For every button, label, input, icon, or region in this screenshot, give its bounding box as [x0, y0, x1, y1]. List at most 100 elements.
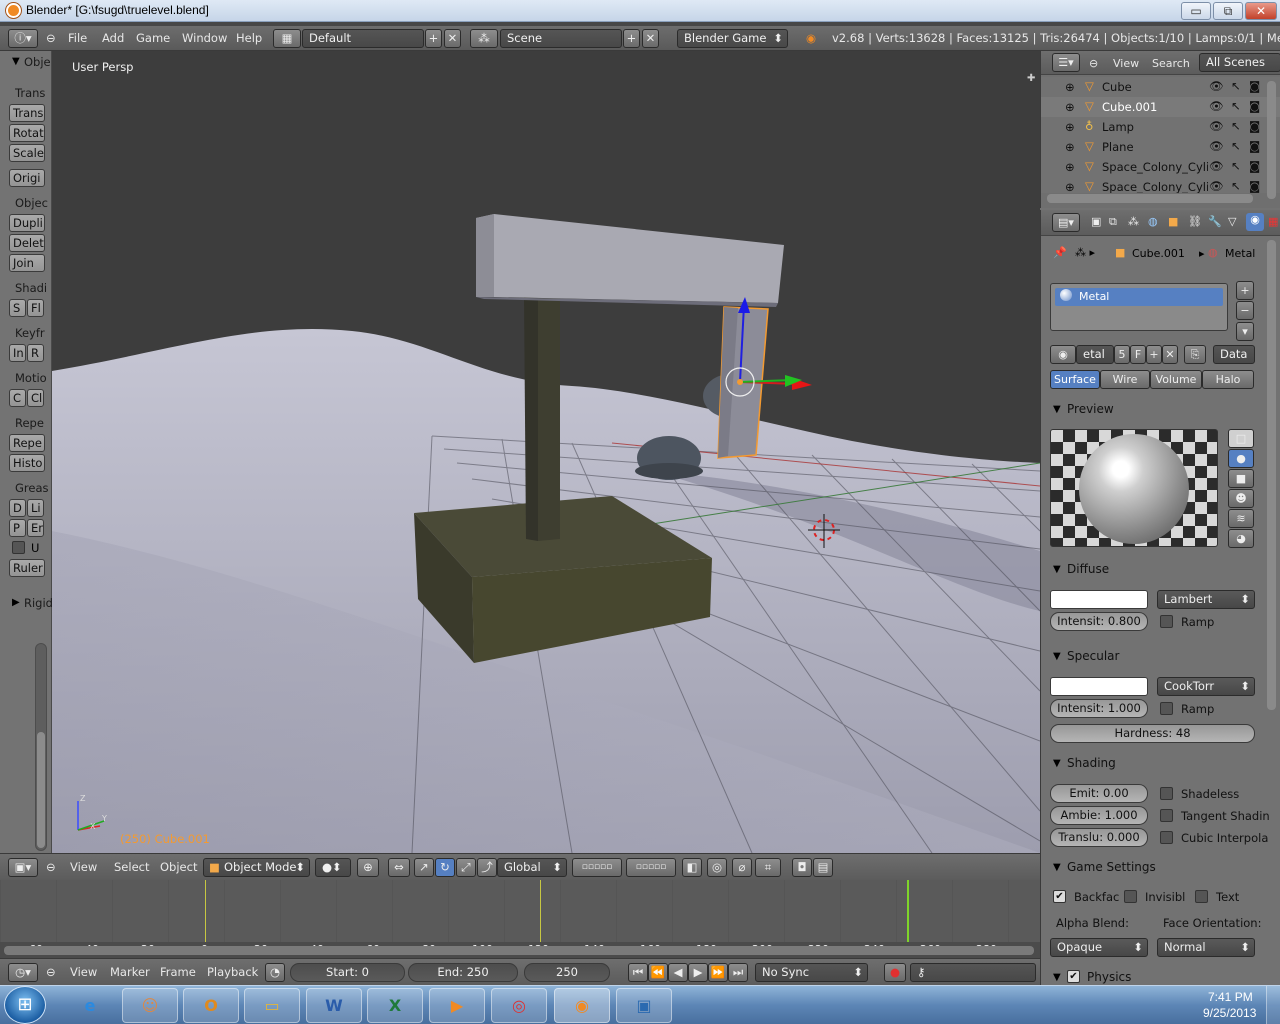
selectability-cursor-icon[interactable]: ↖: [1231, 99, 1241, 113]
panel-collapse-icon[interactable]: ▼: [1053, 758, 1061, 769]
outliner-display-select[interactable]: All Scenes: [1199, 53, 1280, 72]
face-orientation-select[interactable]: Normal ⬍: [1157, 938, 1255, 957]
expand-icon[interactable]: ⊕: [1065, 140, 1075, 154]
manipulator-toggle-button[interactable]: ⇔: [388, 858, 410, 877]
calculate-paths-button[interactable]: C: [9, 389, 26, 407]
alpha-blend-select[interactable]: Opaque ⬍: [1050, 938, 1148, 957]
render-tab-icon[interactable]: ▣: [1091, 215, 1101, 228]
add-slot-button[interactable]: +: [1236, 281, 1254, 300]
scale-button[interactable]: Scale: [9, 144, 45, 162]
menu-view[interactable]: View: [70, 965, 97, 979]
material-slot-list[interactable]: Metal: [1050, 283, 1228, 331]
origin-button[interactable]: Origi: [9, 169, 45, 187]
history-button[interactable]: Histo: [9, 454, 45, 472]
internet-explorer-icon[interactable]: e: [62, 988, 118, 1023]
menu-search[interactable]: Search: [1152, 57, 1190, 70]
collapse-menu-icon[interactable]: ⊖: [1089, 57, 1098, 70]
panel-collapse-icon[interactable]: ▼: [12, 56, 20, 67]
people-app-icon[interactable]: ☺: [122, 988, 178, 1023]
remove-keyframe-button[interactable]: R: [27, 344, 44, 362]
renderability-camera-icon[interactable]: ◙: [1249, 119, 1260, 133]
editor-type-info-button[interactable]: ⓘ▾: [8, 29, 38, 48]
shadeless-checkbox[interactable]: [1160, 787, 1173, 800]
translate-button[interactable]: Transl: [9, 104, 45, 122]
scale-manipulator-button[interactable]: ⤢: [456, 858, 476, 877]
material-users-count[interactable]: 5: [1114, 345, 1130, 364]
visibility-eye-icon[interactable]: 👁: [1209, 159, 1224, 173]
material-slot-row[interactable]: Metal: [1055, 288, 1223, 306]
tab-surface[interactable]: Surface: [1050, 370, 1100, 389]
word-icon[interactable]: W: [306, 988, 362, 1023]
panel-expand-icon[interactable]: ▶: [12, 597, 20, 608]
data-tab-icon[interactable]: ▽: [1228, 215, 1236, 228]
text-checkbox[interactable]: [1195, 890, 1208, 903]
menu-marker[interactable]: Marker: [110, 965, 150, 979]
erase-button[interactable]: Er: [27, 519, 44, 537]
modifiers-tab-icon[interactable]: 🔧: [1208, 215, 1222, 228]
selectability-cursor-icon[interactable]: ↖: [1231, 139, 1241, 153]
world-tab-icon[interactable]: ◍: [1148, 215, 1158, 228]
translucency-field[interactable]: Translu: 0.000: [1050, 828, 1148, 847]
constraints-tab-icon[interactable]: ⛓: [1188, 215, 1202, 228]
menu-game[interactable]: Game: [136, 31, 170, 45]
specular-shader-select[interactable]: CookTorr ⬍: [1157, 677, 1255, 696]
hardness-field[interactable]: Hardness: 48: [1050, 724, 1255, 743]
outliner-hscrollbar[interactable]: [1047, 194, 1253, 203]
shade-flat-button[interactable]: Fl: [27, 299, 44, 317]
texture-tab-icon[interactable]: ▦: [1268, 215, 1278, 228]
outliner-row-cube001[interactable]: ⊕ ▽ Cube.001 👁 ↖ ◙: [1041, 97, 1280, 117]
translate-manipulator-button[interactable]: ↗: [414, 858, 434, 877]
preview-hair-button[interactable]: ≋: [1228, 509, 1254, 528]
menu-window[interactable]: Window: [182, 31, 227, 45]
opengl-render-button[interactable]: ◘: [792, 858, 812, 877]
keying-set-field[interactable]: ⚷: [910, 963, 1036, 982]
preview-sphere-button[interactable]: ●: [1228, 449, 1254, 468]
excel-icon[interactable]: X: [367, 988, 423, 1023]
timeline-ruler[interactable]: -60 -40 -20 0 20 40 60 80 100 120 140 16…: [0, 942, 1040, 958]
panel-collapse-icon[interactable]: ▼: [1053, 404, 1061, 415]
timeline-area[interactable]: -60 -40 -20 0 20 40 60 80 100 120 140 16…: [0, 880, 1040, 958]
menu-playback[interactable]: Playback: [207, 965, 258, 979]
preview-cube-button[interactable]: ■: [1228, 469, 1254, 488]
diffuse-shader-select[interactable]: Lambert ⬍: [1157, 590, 1255, 609]
minimize-button[interactable]: ▭: [1181, 2, 1211, 20]
selectability-cursor-icon[interactable]: ↖: [1231, 119, 1241, 133]
preview-sky-button[interactable]: ◕: [1228, 529, 1254, 548]
panel-collapse-icon[interactable]: ▼: [1053, 651, 1061, 662]
delete-layout-button[interactable]: ✕: [444, 29, 461, 48]
toolshelf-scrollbar[interactable]: [35, 643, 47, 851]
shade-smooth-button[interactable]: S: [9, 299, 26, 317]
delete-button[interactable]: Delet: [9, 234, 45, 252]
menu-object[interactable]: Object: [160, 860, 197, 874]
menu-frame[interactable]: Frame: [160, 965, 196, 979]
use-sketching-checkbox[interactable]: [12, 541, 25, 554]
3d-viewport[interactable]: Z X Y User Persp (250) Cube.001 ✚: [52, 51, 1040, 853]
remote-desktop-icon[interactable]: ▣: [616, 988, 672, 1023]
node-material-button[interactable]: ⎘: [1184, 345, 1206, 364]
clock-time[interactable]: 7:41 PM: [1208, 990, 1253, 1004]
expand-icon[interactable]: ⊕: [1065, 80, 1075, 94]
current-frame-indicator[interactable]: [907, 880, 909, 942]
rotate-button[interactable]: Rotat: [9, 124, 45, 142]
preview-flat-button[interactable]: □: [1228, 429, 1254, 448]
maximize-button[interactable]: ⧉: [1213, 2, 1243, 20]
start-frame-field[interactable]: Start: 0: [290, 963, 405, 982]
file-explorer-icon[interactable]: ▭: [244, 988, 300, 1023]
scene-tab-icon[interactable]: ⁂: [1128, 215, 1139, 228]
show-desktop-button[interactable]: [1266, 986, 1280, 1024]
menu-file[interactable]: File: [68, 31, 87, 45]
jump-prev-keyframe-button[interactable]: ⏪: [648, 963, 668, 982]
close-button[interactable]: ✕: [1245, 2, 1277, 20]
ruler-button[interactable]: Ruler: [9, 559, 45, 577]
invisible-checkbox[interactable]: [1124, 890, 1137, 903]
snap-element-button[interactable]: ⌗: [755, 858, 781, 877]
material-tab-icon[interactable]: ◉: [1246, 213, 1264, 231]
layer-lock-button[interactable]: ◧: [682, 858, 702, 877]
outliner-row-plane[interactable]: ⊕ ▽ Plane 👁 ↖ ◙: [1041, 137, 1280, 157]
specular-color-swatch[interactable]: [1050, 677, 1148, 696]
expand-icon[interactable]: ⊕: [1065, 180, 1075, 193]
expand-icon[interactable]: ⊕: [1065, 100, 1075, 114]
expand-icon[interactable]: ⊕: [1065, 160, 1075, 174]
editor-type-timeline-button[interactable]: ◷▾: [8, 963, 38, 982]
delete-scene-button[interactable]: ✕: [642, 29, 659, 48]
